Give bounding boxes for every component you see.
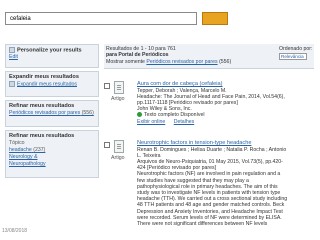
checkbox-icon — [9, 81, 15, 87]
refine-item[interactable]: Neurology & — [9, 154, 95, 161]
document-icon — [114, 140, 124, 153]
personalize-title: Personalize your results — [9, 47, 95, 54]
refine-item[interactable]: headache (237) — [9, 147, 95, 154]
result-body: Aura com dor de cabeça (cefaleia) Tepper… — [137, 81, 315, 126]
results-scope: para Portal de Periódicos — [106, 52, 169, 58]
narrow-box: Refinar meus resultados Periódicos revis… — [5, 100, 99, 127]
result-type: Artigo — [111, 155, 125, 161]
view-online-link[interactable]: Exibir online — [137, 119, 165, 125]
details-link[interactable]: Detalhes — [174, 119, 194, 125]
result-item: Artigo Neurotrophic factors in tension-t… — [104, 140, 316, 240]
result-actions: Exibir online Detalhes — [137, 119, 315, 126]
personalize-icon — [9, 47, 15, 53]
refine-item[interactable]: Neuropathology — [9, 161, 95, 168]
personalize-box: Personalize your results Edit — [5, 44, 99, 68]
expand-link[interactable]: Expandir meus resultados — [9, 81, 95, 88]
result-checkbox[interactable] — [104, 83, 110, 89]
availability: Texto completo Disponível — [137, 112, 315, 119]
results-header: Resultados de 1 - 10 para 761 para Porta… — [104, 44, 314, 69]
document-icon — [114, 81, 124, 94]
show-only: Mostrar somente Periódicos revisados por… — [106, 59, 232, 65]
expand-box: Expandir meus resultados Expandir meus r… — [5, 71, 99, 97]
date-stamp: 13/08/2018 — [2, 228, 28, 234]
search-input[interactable]: cefaleia — [5, 12, 197, 25]
refine-subtitle: Tópico — [9, 140, 25, 146]
result-type: Artigo — [111, 96, 125, 102]
availability-icon — [137, 112, 142, 118]
refine-box: Refinar meus resultados Tópico headache … — [5, 130, 99, 178]
result-body: Neurotrophic factors in tension-type hea… — [137, 140, 315, 227]
personalize-edit-link[interactable]: Edit — [9, 54, 95, 61]
sort-label: Ordenado por: — [279, 46, 313, 52]
result-item: Artigo Aura com dor de cabeça (cefaleia)… — [104, 81, 316, 136]
narrow-title: Refinar meus resultados — [9, 103, 75, 109]
refine-title: Refinar meus resultados — [9, 133, 75, 139]
narrow-link[interactable]: Periódicos revisados por pares (556) — [9, 110, 95, 117]
peer-reviewed-filter[interactable]: Periódicos revisados por pares — [146, 59, 217, 65]
expand-title: Expandir meus resultados — [9, 74, 79, 80]
result-line: There were not significant differences b… — [137, 220, 268, 227]
sidebar: Personalize your results Edit Expandir m… — [5, 44, 99, 181]
top-bar: cefaleia — [0, 0, 320, 40]
result-checkbox[interactable] — [104, 142, 110, 148]
sort-select[interactable]: Relevância — [279, 53, 307, 60]
search-button[interactable] — [202, 12, 228, 25]
